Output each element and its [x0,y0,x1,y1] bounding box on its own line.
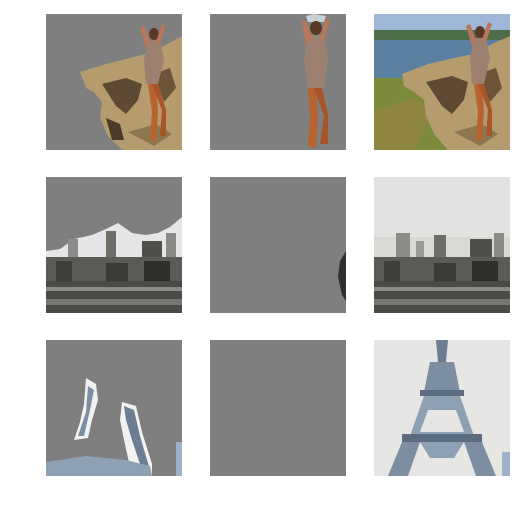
segment-edge-object-tile [210,177,346,313]
original-photo-eiffel-image [374,340,510,476]
segment-person-image [210,14,346,150]
segment-empty-tile [210,340,346,476]
segment-tower-tile [46,340,182,476]
segment-driftwood-image [46,14,182,150]
original-photo-driftwood-tile [374,14,510,150]
segment-driftwood-tile [46,14,182,150]
original-photo-driftwood-image [374,14,510,150]
segment-city-tile [46,177,182,313]
segment-empty-image [210,340,346,476]
original-photo-eiffel-tile [374,340,510,476]
segment-city-image [46,177,182,313]
original-photo-city-tile [374,177,510,313]
segment-tower-image [46,340,182,476]
segment-edge-object-image [210,177,346,313]
original-photo-city-image [374,177,510,313]
segment-person-tile [210,14,346,150]
